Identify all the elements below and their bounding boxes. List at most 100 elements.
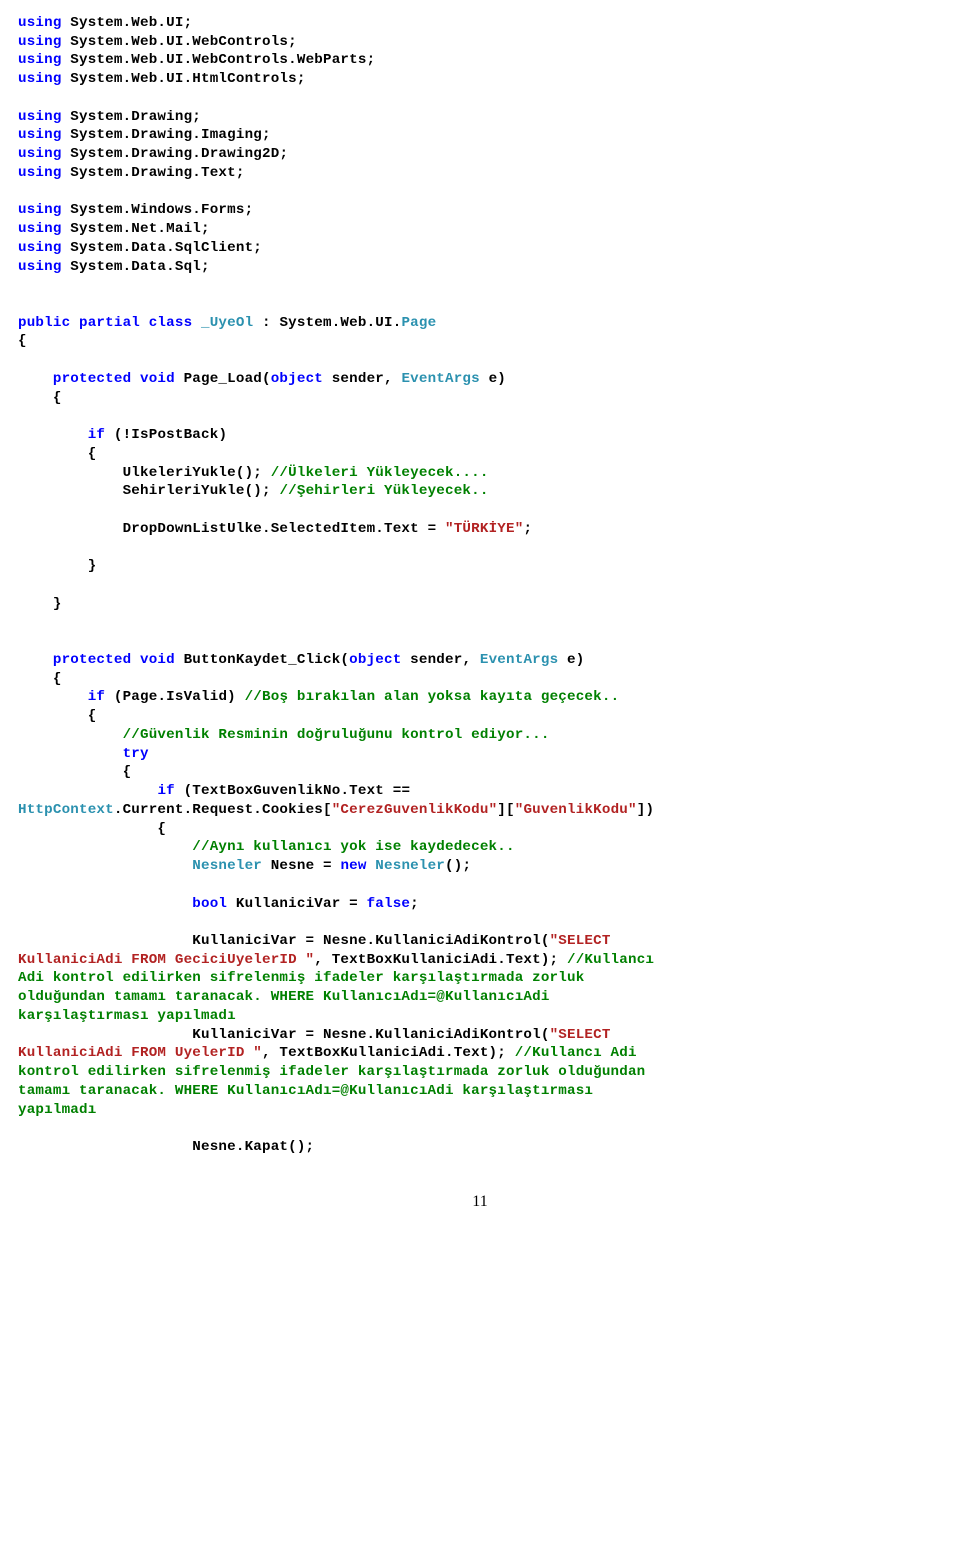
ns: System.Drawing.Drawing2D xyxy=(70,146,279,162)
kw-using: using xyxy=(18,240,70,256)
comment: tamamı taranacak. WHERE KullanıcıAdı=@Ku… xyxy=(18,1083,593,1099)
kw-if: if xyxy=(88,689,114,705)
kw-using: using xyxy=(18,71,70,87)
brace: } xyxy=(18,558,96,574)
indent xyxy=(18,521,123,537)
param: e) xyxy=(489,371,506,387)
method: Page_Load( xyxy=(184,371,271,387)
semi: ; xyxy=(288,34,297,50)
string: "GuvenlikKodu" xyxy=(515,802,637,818)
kw-class: public partial class xyxy=(18,315,201,331)
brace: { xyxy=(53,390,62,406)
semi: ; xyxy=(523,521,532,537)
param: e) xyxy=(567,652,584,668)
txt: ][ xyxy=(497,802,514,818)
brace: { xyxy=(88,446,97,462)
txt: , TextBoxKullaniciAdi.Text); xyxy=(314,952,567,968)
txt: Nesne = xyxy=(271,858,341,874)
kw-using: using xyxy=(18,259,70,275)
comment: karşılaştırması yapılmadı xyxy=(18,1008,236,1024)
indent xyxy=(18,446,88,462)
txt: KullaniciVar = xyxy=(236,896,367,912)
string: "TÜRKİYE" xyxy=(445,521,523,537)
ns: System.Drawing.Imaging xyxy=(70,127,262,143)
comment: yapılmadı xyxy=(18,1102,96,1118)
indent xyxy=(18,858,192,874)
type: EventArgs xyxy=(480,652,567,668)
indent xyxy=(18,727,123,743)
page-number: 11 xyxy=(18,1191,942,1212)
class-name: _UyeOl xyxy=(201,315,253,331)
semi: ; xyxy=(279,146,288,162)
semi: ; xyxy=(184,15,193,31)
string: KullaniciAdi FROM UyelerID " xyxy=(18,1045,262,1061)
cond: (Page.IsValid) xyxy=(114,689,245,705)
kw-using: using xyxy=(18,202,70,218)
stmt: KullaniciVar = Nesne.KullaniciAdiKontrol… xyxy=(192,933,549,949)
kw-object: object xyxy=(349,652,410,668)
param: sender, xyxy=(332,371,402,387)
ns: System.Windows.Forms xyxy=(70,202,244,218)
comment: //Kullancı Adi xyxy=(515,1045,637,1061)
indent xyxy=(18,689,88,705)
indent xyxy=(18,671,53,687)
ns: System.Web.UI.WebControls.WebParts xyxy=(70,52,366,68)
semi: ; xyxy=(201,259,210,275)
code-block: using System.Web.UI; using System.Web.UI… xyxy=(18,14,942,1157)
comment: //Ülkeleri Yükleyecek.... xyxy=(271,465,489,481)
kw-using: using xyxy=(18,34,70,50)
indent xyxy=(18,896,192,912)
txt: (); xyxy=(445,858,471,874)
kw-using: using xyxy=(18,52,70,68)
kw-if: if xyxy=(88,427,114,443)
ns: System.Net.Mail xyxy=(70,221,201,237)
indent xyxy=(18,652,53,668)
comment: Adi kontrol edilirken sifrelenmiş ifadel… xyxy=(18,970,584,986)
type: EventArgs xyxy=(401,371,488,387)
string: "SELECT xyxy=(550,1027,611,1043)
comment: //Kullancı xyxy=(567,952,654,968)
stmt: KullaniciVar = Nesne.KullaniciAdiKontrol… xyxy=(192,1027,549,1043)
kw-new: new xyxy=(340,858,375,874)
kw-protected: protected void xyxy=(53,652,184,668)
cond: (!IsPostBack) xyxy=(114,427,227,443)
kw-false: false xyxy=(367,896,411,912)
txt: .Current.Request.Cookies[ xyxy=(114,802,332,818)
ns: System.Data.SqlClient xyxy=(70,240,253,256)
semi: ; xyxy=(410,896,419,912)
kw-using: using xyxy=(18,146,70,162)
indent xyxy=(18,746,123,762)
type: Page xyxy=(401,315,436,331)
stmt: SehirleriYukle(); xyxy=(123,483,280,499)
comment: //Boş bırakılan alan yoksa kayıta geçece… xyxy=(245,689,620,705)
indent xyxy=(18,390,53,406)
ns: System.Web.UI.WebControls xyxy=(70,34,288,50)
brace: { xyxy=(18,333,27,349)
stmt: Nesne.Kapat(); xyxy=(192,1139,314,1155)
comment: olduğundan tamamı taranacak. WHERE Kulla… xyxy=(18,989,550,1005)
indent xyxy=(18,783,157,799)
indent xyxy=(18,1027,192,1043)
txt: , TextBoxKullaniciAdi.Text); xyxy=(262,1045,515,1061)
comment: //Aynı kullanıcı yok ise kaydedecek.. xyxy=(192,839,514,855)
type: HttpContext xyxy=(18,802,114,818)
brace: { xyxy=(18,764,131,780)
ns: System.Drawing.Text xyxy=(70,165,236,181)
kw-object: object xyxy=(271,371,332,387)
comment: //Güvenlik Resminin doğruluğunu kontrol … xyxy=(123,727,550,743)
indent xyxy=(18,465,123,481)
brace: { xyxy=(53,671,62,687)
kw-try: try xyxy=(123,746,149,762)
string: "SELECT xyxy=(550,933,611,949)
semi: ; xyxy=(262,127,271,143)
brace: } xyxy=(18,596,62,612)
ns: System.Web.UI xyxy=(70,15,183,31)
indent xyxy=(18,483,123,499)
semi: ; xyxy=(297,71,306,87)
indent xyxy=(18,371,53,387)
semi: ; xyxy=(367,52,376,68)
kw-using: using xyxy=(18,15,70,31)
semi: ; xyxy=(236,165,245,181)
kw-using: using xyxy=(18,109,70,125)
ns: System.Data.Sql xyxy=(70,259,201,275)
